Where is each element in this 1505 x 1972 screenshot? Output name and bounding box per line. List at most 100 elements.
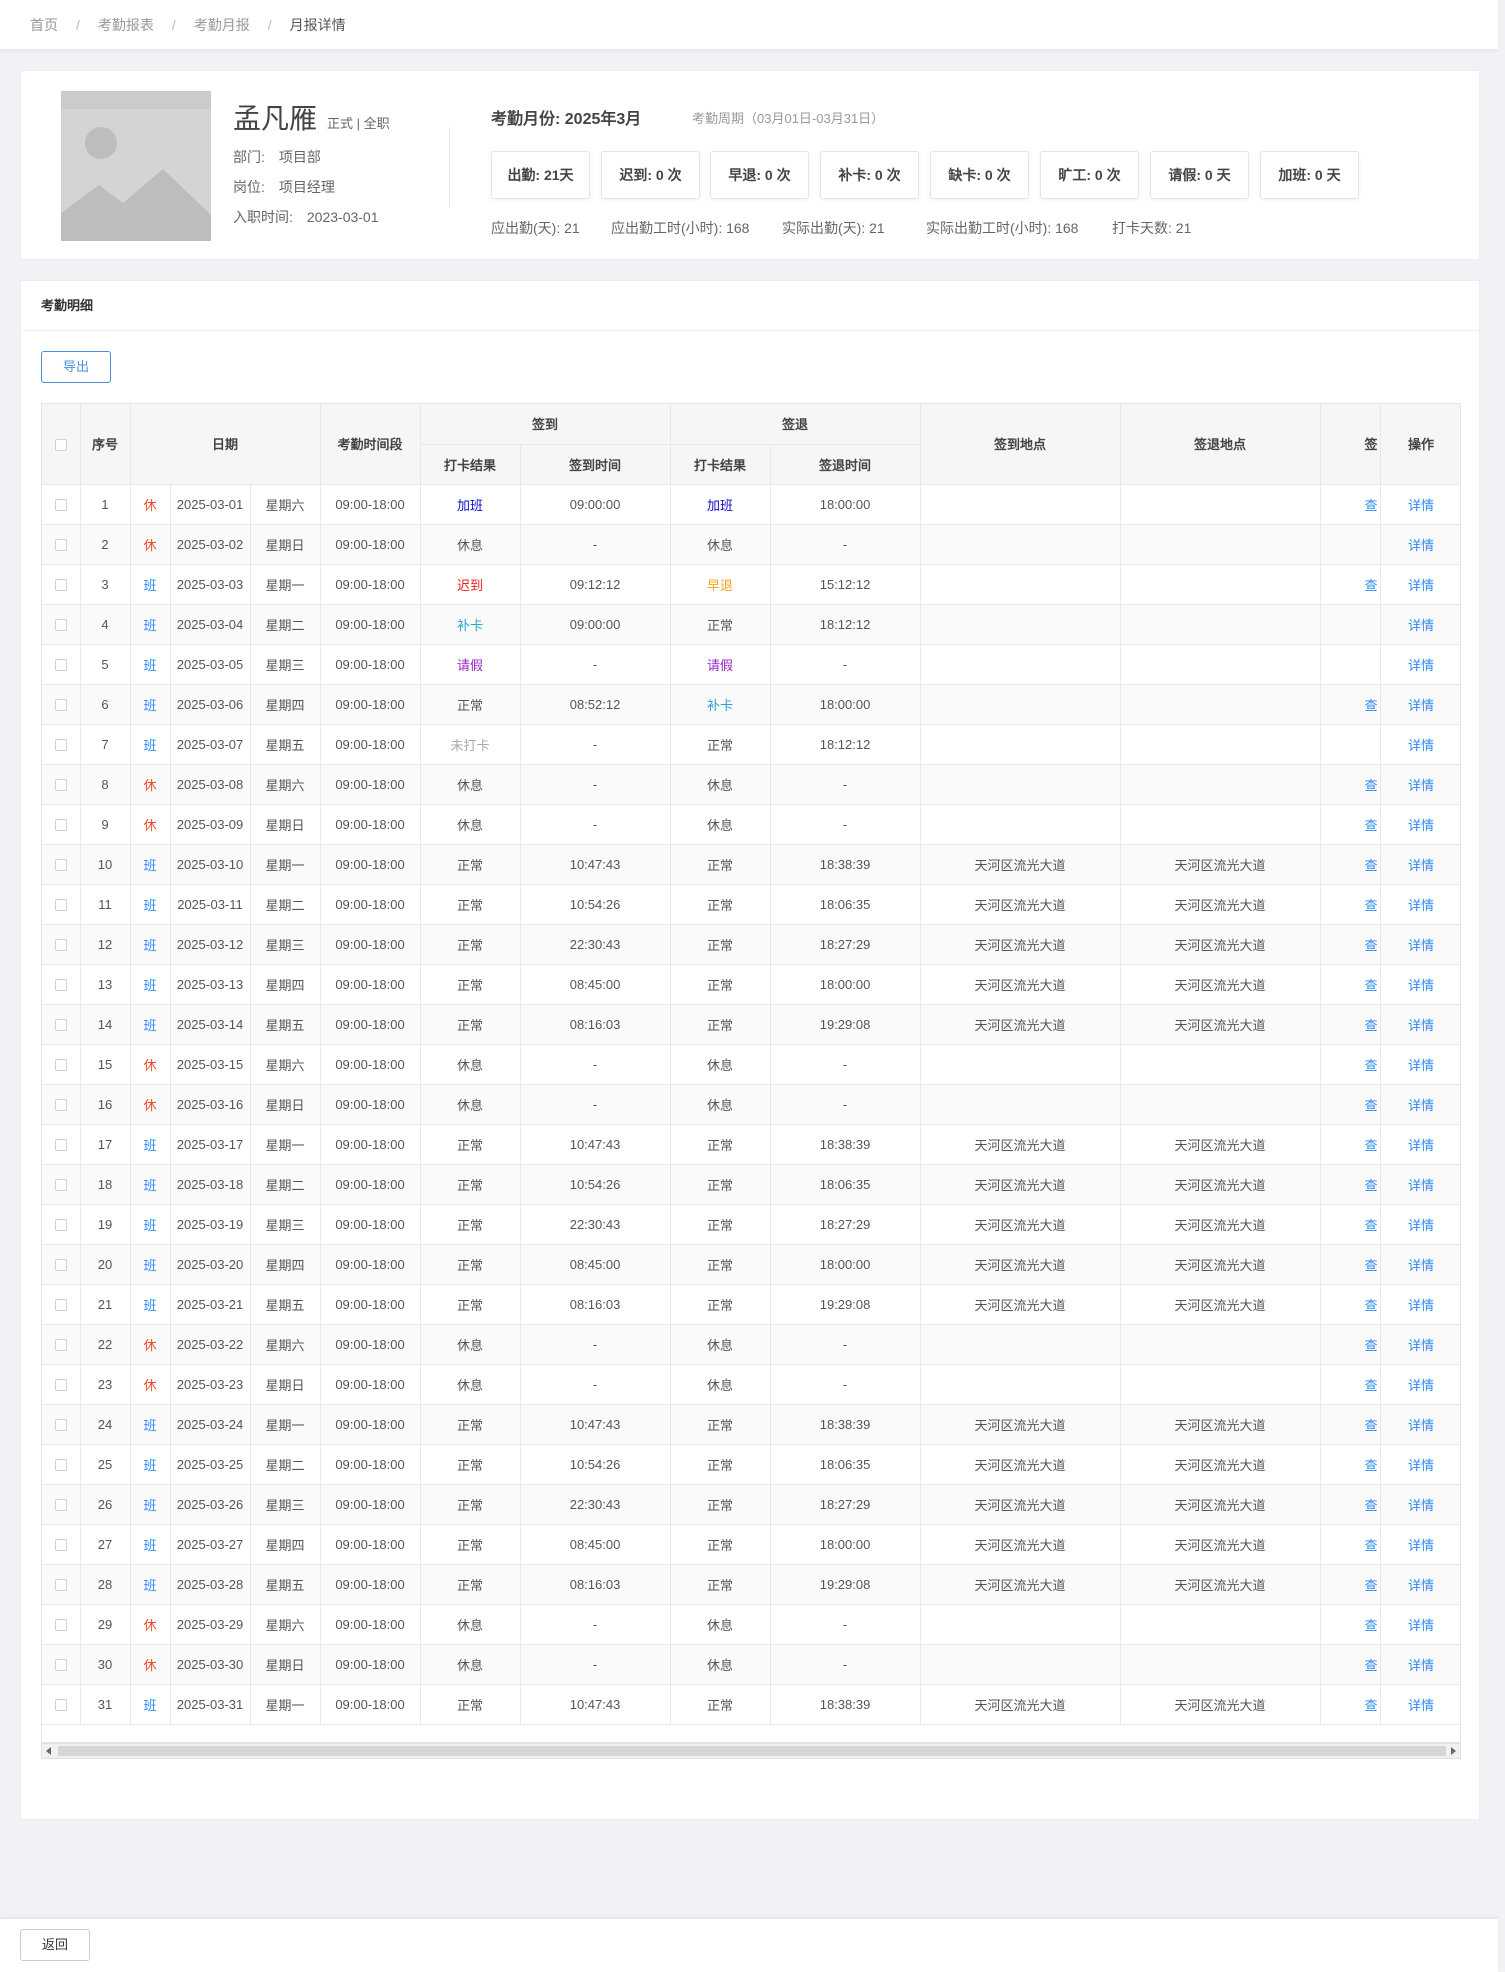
cell-view-link[interactable]: 查 (1320, 884, 1381, 925)
cell-detail-link[interactable]: 详情 (1380, 564, 1460, 605)
row-checkbox[interactable] (54, 1619, 67, 1632)
cell-view-link[interactable]: 查 (1320, 1324, 1381, 1365)
scroll-left-arrow-icon[interactable] (46, 1747, 51, 1755)
cell-view-link[interactable]: 查 (1320, 1044, 1381, 1085)
cell-detail-link[interactable]: 详情 (1380, 604, 1460, 645)
cell-detail-link[interactable]: 详情 (1380, 1644, 1460, 1685)
cell-view-link[interactable]: 查 (1320, 964, 1381, 1005)
cell-detail-link[interactable]: 详情 (1380, 1564, 1460, 1605)
cell-detail-link[interactable]: 详情 (1380, 1324, 1460, 1365)
cell-detail-link[interactable]: 详情 (1380, 924, 1460, 965)
cell-detail-link[interactable]: 详情 (1380, 1604, 1460, 1645)
cell-detail-link[interactable]: 详情 (1380, 1364, 1460, 1405)
row-checkbox[interactable] (54, 939, 67, 952)
cell-view-link[interactable]: 查 (1320, 1204, 1381, 1245)
cell-detail-link[interactable]: 详情 (1380, 484, 1460, 525)
cell-view-link[interactable]: 查 (1320, 1364, 1381, 1405)
row-checkbox[interactable] (54, 619, 67, 632)
cell-view-link[interactable]: 查 (1320, 1404, 1381, 1445)
select-all-checkbox[interactable] (54, 438, 67, 451)
cell-detail-link[interactable]: 详情 (1380, 884, 1460, 925)
row-checkbox[interactable] (54, 1379, 67, 1392)
cell-view-link[interactable]: 查 (1320, 844, 1381, 885)
scroll-right-arrow-icon[interactable] (1451, 1747, 1456, 1755)
cell-detail-link[interactable]: 详情 (1380, 1044, 1460, 1085)
attendance-table-container[interactable]: 序号 日期 考勤时间段 签到 签退 签到地点 签退地点 签 操作 打卡结果 签到… (41, 403, 1461, 1743)
cell-detail-link[interactable]: 详情 (1380, 724, 1460, 765)
row-checkbox[interactable] (54, 1659, 67, 1672)
cell-detail-link[interactable]: 详情 (1380, 1004, 1460, 1045)
cell-detail-link[interactable]: 详情 (1380, 1524, 1460, 1565)
scrollbar-thumb[interactable] (58, 1746, 1446, 1756)
cell-view-link[interactable]: 查 (1320, 1004, 1381, 1045)
row-checkbox[interactable] (54, 1219, 67, 1232)
row-checkbox[interactable] (54, 1539, 67, 1552)
row-checkbox[interactable] (54, 1019, 67, 1032)
cell-detail-link[interactable]: 详情 (1380, 1084, 1460, 1125)
cell-view-link[interactable]: 查 (1320, 1244, 1381, 1285)
row-checkbox[interactable] (54, 579, 67, 592)
cell-detail-link[interactable]: 详情 (1380, 1484, 1460, 1525)
row-checkbox[interactable] (54, 1459, 67, 1472)
cell-detail-link[interactable]: 详情 (1380, 1284, 1460, 1325)
cell-detail-link[interactable]: 详情 (1380, 764, 1460, 805)
cell-detail-link[interactable]: 详情 (1380, 1124, 1460, 1165)
cell-detail-link[interactable]: 详情 (1380, 524, 1460, 565)
cell-view-link[interactable]: 查 (1320, 1644, 1381, 1685)
row-checkbox[interactable] (54, 1499, 67, 1512)
breadcrumb-attendance-report[interactable]: 考勤报表 (98, 15, 154, 35)
breadcrumb-monthly-report[interactable]: 考勤月报 (194, 15, 250, 35)
row-checkbox[interactable] (54, 859, 67, 872)
cell-detail-link[interactable]: 详情 (1380, 1244, 1460, 1285)
row-checkbox[interactable] (54, 1099, 67, 1112)
cell-view-link[interactable]: 查 (1320, 1564, 1381, 1605)
cell-view-link[interactable]: 查 (1320, 1484, 1381, 1525)
row-checkbox[interactable] (54, 1419, 67, 1432)
row-checkbox[interactable] (54, 699, 67, 712)
cell-detail-link[interactable]: 详情 (1380, 844, 1460, 885)
row-checkbox[interactable] (54, 1699, 67, 1712)
back-button[interactable]: 返回 (20, 1929, 90, 1961)
horizontal-scrollbar[interactable] (41, 1743, 1461, 1759)
cell-detail-link[interactable]: 详情 (1380, 1404, 1460, 1445)
cell-view-link[interactable]: 查 (1320, 1684, 1381, 1725)
cell-detail-link[interactable]: 详情 (1380, 1204, 1460, 1245)
row-checkbox[interactable] (54, 1579, 67, 1592)
row-checkbox[interactable] (54, 819, 67, 832)
cell-view-link[interactable]: 查 (1320, 1444, 1381, 1485)
row-checkbox[interactable] (54, 1179, 67, 1192)
cell-view-link[interactable]: 查 (1320, 564, 1381, 605)
row-checkbox[interactable] (54, 1259, 67, 1272)
cell-view-link[interactable]: 查 (1320, 684, 1381, 725)
row-checkbox[interactable] (54, 739, 67, 752)
cell-view-link[interactable]: 查 (1320, 804, 1381, 845)
cell-view-link[interactable]: 查 (1320, 1604, 1381, 1645)
row-checkbox[interactable] (54, 899, 67, 912)
row-checkbox[interactable] (54, 659, 67, 672)
cell-view-link[interactable]: 查 (1320, 924, 1381, 965)
row-checkbox[interactable] (54, 779, 67, 792)
row-checkbox[interactable] (54, 1299, 67, 1312)
row-checkbox[interactable] (54, 1139, 67, 1152)
cell-view-link[interactable]: 查 (1320, 1524, 1381, 1565)
cell-view-link[interactable]: 查 (1320, 1164, 1381, 1205)
cell-view-link[interactable]: 查 (1320, 484, 1381, 525)
cell-detail-link[interactable]: 详情 (1380, 804, 1460, 845)
row-checkbox[interactable] (54, 979, 67, 992)
row-checkbox[interactable] (54, 499, 67, 512)
row-checkbox[interactable] (54, 539, 67, 552)
cell-view-link[interactable]: 查 (1320, 764, 1381, 805)
cell-detail-link[interactable]: 详情 (1380, 684, 1460, 725)
cell-detail-link[interactable]: 详情 (1380, 964, 1460, 1005)
row-checkbox[interactable] (54, 1059, 67, 1072)
row-checkbox[interactable] (54, 1339, 67, 1352)
cell-detail-link[interactable]: 详情 (1380, 1684, 1460, 1725)
cell-detail-link[interactable]: 详情 (1380, 1164, 1460, 1205)
breadcrumb-home[interactable]: 首页 (30, 15, 58, 35)
cell-detail-link[interactable]: 详情 (1380, 1444, 1460, 1485)
cell-view-link[interactable]: 查 (1320, 1124, 1381, 1165)
cell-view-link[interactable]: 查 (1320, 1284, 1381, 1325)
cell-view-link[interactable]: 查 (1320, 1084, 1381, 1125)
cell-detail-link[interactable]: 详情 (1380, 644, 1460, 685)
export-button[interactable]: 导出 (41, 351, 111, 383)
